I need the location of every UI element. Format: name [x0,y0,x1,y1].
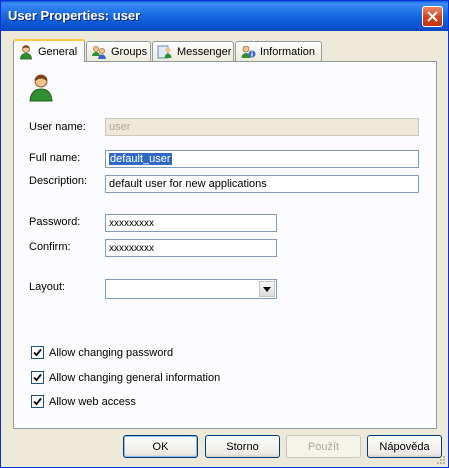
confirm-label: Confirm: [29,241,71,253]
ok-button[interactable]: OK [123,435,198,458]
close-button[interactable] [422,6,443,27]
cancel-button[interactable]: Storno [205,435,280,458]
checkmark-icon [33,373,42,382]
user-name-label: User name: [29,121,86,133]
full-name-field[interactable]: default_user [105,150,419,168]
dropdown-button[interactable] [259,281,275,297]
apply-button: Použít [286,435,361,458]
confirm-field[interactable]: xxxxxxxxx [105,239,277,257]
password-field[interactable]: xxxxxxxxx [105,214,277,232]
layout-dropdown[interactable] [105,279,277,299]
user-icon [20,44,32,59]
allow-web-access-checkbox[interactable]: Allow web access [31,395,136,408]
checkmark-icon [33,348,42,357]
layout-label: Layout: [29,281,66,293]
title-bar[interactable]: User Properties: user [1,1,448,31]
messenger-icon [157,45,172,58]
checkbox-box[interactable] [31,371,44,384]
full-name-value: default_user [109,153,172,165]
chevron-down-icon [263,286,271,292]
tab-groups-label: Groups [111,45,148,58]
groups-icon [92,45,106,59]
user-properties-dialog: User Properties: user General Groups Mes… [0,0,449,468]
description-field[interactable]: default user for new applications [105,175,419,193]
tab-general[interactable]: General [13,39,85,62]
checkbox-label: Allow changing general information [49,371,221,384]
allow-changing-general-info-checkbox[interactable]: Allow changing general information [31,371,220,384]
close-icon [427,11,438,22]
tab-messenger[interactable]: Messenger [152,41,234,61]
checkbox-label: Allow web access [49,395,136,408]
information-icon [241,45,256,58]
password-label: Password: [29,216,81,228]
full-name-label: Full name: [29,152,81,164]
checkbox-label: Allow changing password [49,346,174,359]
allow-changing-password-checkbox[interactable]: Allow changing password [31,346,173,359]
description-label: Description: [29,175,88,187]
user-avatar-icon [29,74,53,102]
tab-information-label: Information [260,45,316,58]
tab-general-label: General [38,45,78,58]
window-title: User Properties: user [8,8,141,23]
tab-groups[interactable]: Groups [86,41,151,61]
general-tab-panel: User name: user Full name: default_user … [13,61,437,429]
help-button[interactable]: Nápověda [367,435,442,458]
checkbox-box[interactable] [31,346,44,359]
checkbox-box[interactable] [31,395,44,408]
confirm-value: xxxxxxxxx [109,243,154,254]
tab-messenger-label: Messenger [177,45,232,58]
user-name-field: user [105,118,419,136]
checkmark-icon [33,397,42,406]
tab-information[interactable]: Information [235,41,322,61]
resize-grip-icon[interactable] [435,454,446,465]
password-value: xxxxxxxxx [109,218,154,229]
